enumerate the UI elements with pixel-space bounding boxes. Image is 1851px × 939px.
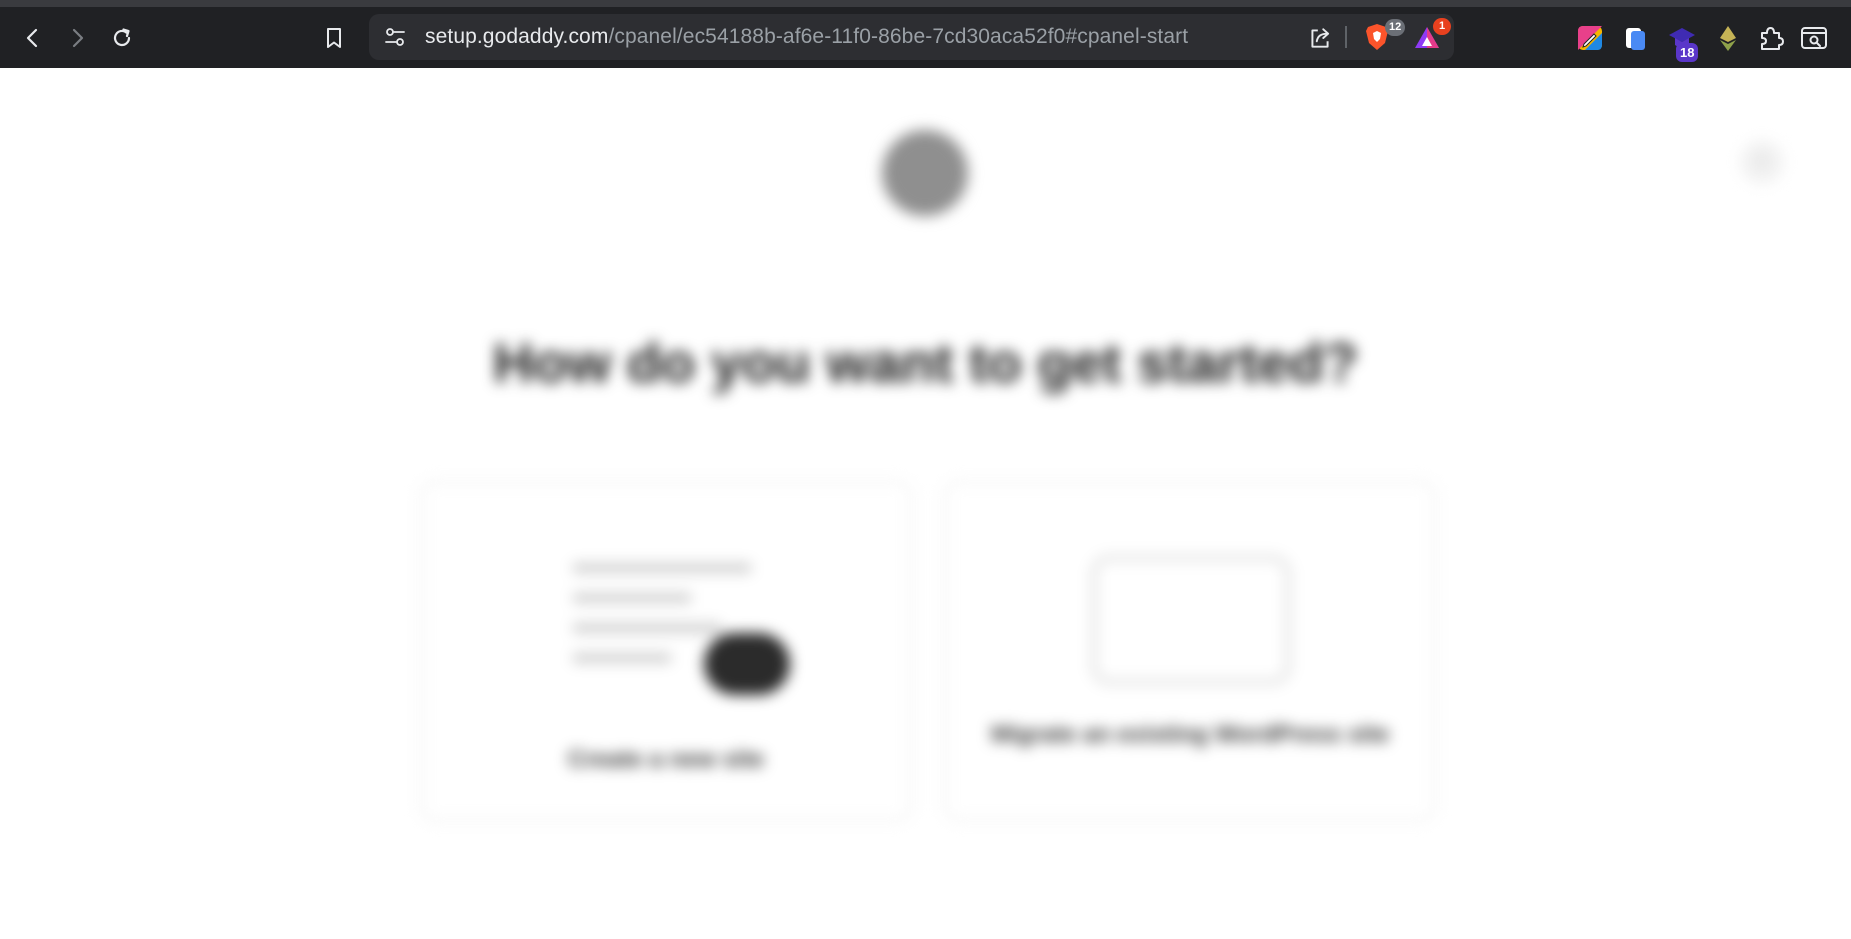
url-host: setup.godaddy.com <box>425 25 609 48</box>
extensions-puzzle-icon <box>1761 27 1784 50</box>
back-button[interactable] <box>16 21 50 55</box>
close-button[interactable]: × <box>1740 140 1784 184</box>
clipboard-extension[interactable] <box>1620 23 1650 53</box>
ethereum-extension-icon <box>1720 26 1736 51</box>
bookmark-button[interactable] <box>317 21 351 55</box>
extensions-button[interactable] <box>1756 23 1786 53</box>
url-text[interactable]: setup.godaddy.com/cpanel/ec54188b-af6e-1… <box>425 14 1188 60</box>
shields-count-badge: 12 <box>1385 19 1406 36</box>
option-card-create-site[interactable]: Create a new site <box>420 481 912 821</box>
address-bar-divider <box>1345 26 1347 48</box>
bookmark-icon <box>327 28 341 48</box>
option-card-label: Create a new site <box>567 746 765 773</box>
reload-icon <box>113 28 131 47</box>
ethereum-extension[interactable] <box>1713 23 1743 53</box>
page-heading: How do you want to get started? <box>493 331 1358 394</box>
tab-search-button[interactable] <box>1799 23 1829 53</box>
brand-logo <box>882 130 968 216</box>
forward-button[interactable] <box>60 21 94 55</box>
color-picker-extension[interactable] <box>1575 23 1605 53</box>
url-path: /cpanel/ec54188b-af6e-11f0-86be-7cd30aca… <box>608 25 1189 48</box>
option-card-migrate-site[interactable]: Migrate an existing WordPress site <box>944 481 1436 821</box>
back-icon <box>26 28 38 48</box>
forward-icon <box>72 28 84 48</box>
page-content: × How do you want to get started? Create… <box>0 68 1851 939</box>
close-icon: × <box>1754 148 1769 175</box>
color-picker-extension-icon <box>1578 26 1602 50</box>
reload-button[interactable] <box>105 21 139 55</box>
extension-count-badge: 18 <box>1676 43 1699 62</box>
browser-toolbar: setup.godaddy.com/cpanel/ec54188b-af6e-1… <box>0 0 1851 68</box>
create-site-illustration-button <box>704 633 790 695</box>
tab-search-icon <box>1801 27 1827 49</box>
rewards-count-badge: 1 <box>1433 18 1451 35</box>
share-icon[interactable] <box>1307 25 1333 51</box>
migrate-site-illustration <box>1091 555 1291 685</box>
option-card-label: Migrate an existing WordPress site <box>990 721 1390 748</box>
clipboard-extension-icon <box>1626 28 1645 50</box>
address-bar[interactable]: setup.godaddy.com/cpanel/ec54188b-af6e-1… <box>369 14 1454 60</box>
site-settings-icon[interactable] <box>383 25 407 49</box>
